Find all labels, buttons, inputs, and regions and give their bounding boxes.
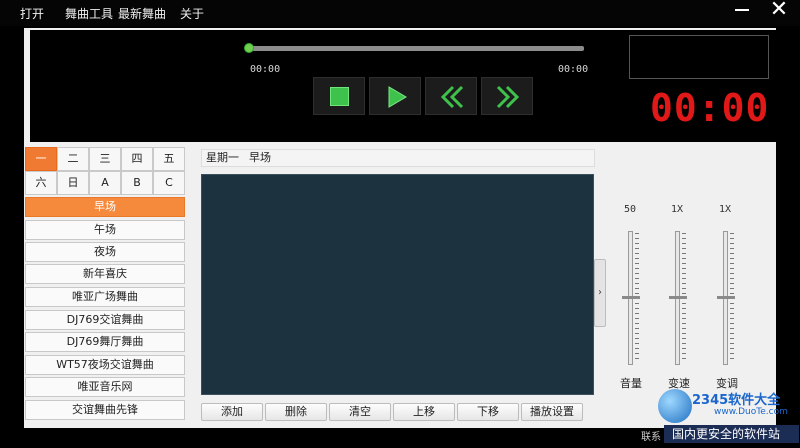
move-up-button[interactable]: 上移 [393, 403, 455, 421]
day-tab-1[interactable]: 一 [25, 147, 57, 171]
move-down-button[interactable]: 下移 [457, 403, 519, 421]
day-tab-5[interactable]: 五 [153, 147, 185, 171]
play-settings-button[interactable]: 播放设置 [521, 403, 583, 421]
volume-label: 音量 [620, 377, 642, 390]
menu-open[interactable]: 打开 [20, 5, 44, 22]
total-time: 00:00 [558, 64, 589, 75]
add-button[interactable]: 添加 [201, 403, 263, 421]
day-tab-4[interactable]: 四 [121, 147, 153, 171]
playlist-area[interactable] [201, 174, 594, 395]
scene-item[interactable]: 唯亚广场舞曲 [25, 287, 185, 307]
menu-dance-tools[interactable]: 舞曲工具 [65, 5, 113, 22]
expand-panel-button[interactable]: › [594, 259, 606, 327]
progress-track[interactable] [248, 46, 584, 51]
globe-icon [658, 389, 692, 423]
minimize-icon [735, 9, 749, 11]
day-tab-6[interactable]: 六 [25, 171, 57, 195]
track-info-box [629, 35, 769, 79]
scene-item[interactable]: 唯亚音乐网 [25, 377, 185, 397]
stop-button[interactable] [313, 77, 365, 115]
close-icon: ✕ [769, 0, 789, 22]
pitch-slider-thumb[interactable] [717, 296, 735, 299]
volume-slider-thumb[interactable] [622, 296, 640, 299]
volume-value: 50 [624, 204, 637, 215]
rewind-icon [440, 85, 464, 109]
menu-about[interactable]: 关于 [180, 5, 204, 22]
watermark-url: www.DuoTe.com [714, 407, 788, 417]
elapsed-time: 00:00 [250, 64, 281, 75]
watermark-logo: 2345软件大全 www.DuoTe.com 国内更安全的软件站 [654, 385, 799, 445]
speed-value: 1X [671, 204, 684, 215]
day-tab-c[interactable]: C [153, 171, 185, 195]
rewind-button[interactable] [425, 77, 477, 115]
play-icon [388, 86, 407, 108]
day-tab-b[interactable]: B [121, 171, 153, 195]
scene-item[interactable]: 夜场 [25, 242, 185, 262]
stop-icon [330, 87, 349, 106]
scene-item[interactable]: 午场 [25, 220, 185, 240]
day-tab-2[interactable]: 二 [57, 147, 89, 171]
playlist-scene: 早场 [249, 151, 271, 164]
minimize-button[interactable] [726, 0, 756, 22]
progress-knob[interactable] [244, 43, 254, 53]
watermark-tagline: 国内更安全的软件站 [664, 425, 799, 443]
day-tab-3[interactable]: 三 [89, 147, 121, 171]
play-button[interactable] [369, 77, 421, 115]
scene-item[interactable]: 新年喜庆 [25, 264, 185, 284]
watermark-brand: 2345软件大全 [692, 393, 781, 408]
delete-button[interactable]: 删除 [265, 403, 327, 421]
pitch-value: 1X [719, 204, 732, 215]
chevron-right-icon: › [598, 287, 602, 298]
menu-latest-dance[interactable]: 最新舞曲 [118, 5, 166, 22]
speed-slider[interactable] [667, 231, 689, 365]
forward-button[interactable] [481, 77, 533, 115]
scene-item[interactable]: WT57夜场交谊舞曲 [25, 355, 185, 375]
fast-forward-icon [496, 85, 520, 109]
volume-slider[interactable] [620, 231, 642, 365]
speed-slider-thumb[interactable] [669, 296, 687, 299]
menu-bar: 打开 舞曲工具 最新舞曲 关于 ✕ [0, 0, 800, 26]
player-panel: 00:00 00:00 00:00 [30, 30, 776, 142]
scene-item[interactable]: DJ769舞厅舞曲 [25, 332, 185, 352]
day-tab-a[interactable]: A [89, 171, 121, 195]
scene-item[interactable]: 交谊舞曲先锋 [25, 400, 185, 420]
close-button[interactable]: ✕ [764, 0, 794, 22]
clear-button[interactable]: 清空 [329, 403, 391, 421]
digital-clock: 00:00 [650, 86, 770, 130]
day-tab-7[interactable]: 日 [57, 171, 89, 195]
pitch-slider[interactable] [715, 231, 737, 365]
playlist-day: 星期一 [206, 151, 239, 164]
scene-item[interactable]: 早场 [25, 197, 185, 217]
playlist-header: 星期一 早场 [201, 149, 595, 167]
scene-item[interactable]: DJ769交谊舞曲 [25, 310, 185, 330]
